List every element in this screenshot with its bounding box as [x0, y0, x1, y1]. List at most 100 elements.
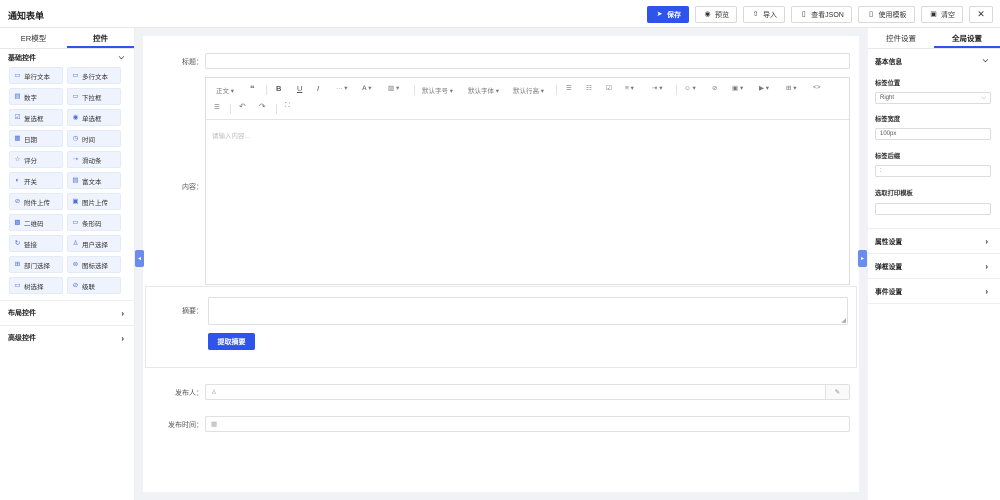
advanced-widgets-header[interactable]: 高级控件 › — [0, 325, 134, 350]
more-icon[interactable]: ··· ▾ — [336, 84, 348, 92]
widget-label: 开关 — [24, 178, 37, 186]
save-button[interactable]: ➤ 保存 — [647, 6, 689, 23]
layout-widgets-header[interactable]: 布局控件 › — [0, 300, 134, 325]
publish-time-label: 发布时间： — [168, 422, 203, 429]
basic-info-header[interactable]: 基本信息 ⌵ — [868, 49, 1000, 72]
publish-time-input[interactable]: ▦ — [205, 416, 850, 432]
widget-item[interactable]: ▦ 日期 — [9, 130, 63, 147]
tab-global-settings[interactable]: 全局设置 — [934, 28, 1000, 48]
line-height-select[interactable]: 默认行高 ▾ — [513, 85, 544, 95]
import-button[interactable]: ⇧ 导入 — [743, 6, 785, 23]
bold-icon[interactable]: B — [276, 84, 281, 93]
italic-icon[interactable]: I — [317, 84, 319, 93]
widget-item[interactable]: ▭ 多行文本 — [67, 67, 121, 84]
link-icon[interactable]: ⊘ — [712, 84, 717, 92]
summary-block: 摘要： ◢ 提取摘要 — [145, 286, 857, 368]
widget-item[interactable]: ▩ 二维码 — [9, 214, 63, 231]
widget-item[interactable]: ▭ 条形码 — [67, 214, 121, 231]
widget-label: 附件上传 — [24, 199, 50, 207]
indent-icon[interactable]: ⇥ ▾ — [652, 84, 663, 92]
widget-label: 链接 — [24, 241, 37, 249]
tab-er-model[interactable]: ER模型 — [0, 28, 67, 48]
summary-textarea[interactable]: ◢ — [208, 297, 848, 325]
undo-icon[interactable]: ↶ — [239, 102, 246, 111]
paragraph-select[interactable]: 正文 ▾ — [216, 85, 234, 95]
property-settings-header[interactable]: 属性设置 › — [868, 229, 1000, 254]
background-color-icon[interactable]: ▨ ▾ — [388, 84, 399, 92]
font-family-select[interactable]: 默认字体 ▾ — [468, 85, 499, 95]
print-template-select[interactable] — [875, 203, 991, 215]
toolbar-divider — [230, 104, 231, 114]
numbered-list-icon[interactable]: ☷ — [586, 84, 592, 92]
rich-text-editor: 正文 ▾ ❝ B U I ··· ▾ A ▾ ▨ ▾ 默认字号 ▾ 默认字体 ▾… — [205, 77, 850, 285]
pick-user-button[interactable]: ✎ — [825, 385, 849, 399]
widget-item[interactable]: ◉ 单选框 — [67, 109, 121, 126]
widget-item[interactable]: ⇢ 滑动条 — [67, 151, 121, 168]
widget-item[interactable]: ⊞ 部门选择 — [9, 256, 63, 273]
bullet-list-icon[interactable]: ☰ — [566, 84, 572, 92]
caret-right-icon: ▸ — [860, 256, 864, 262]
font-color-icon[interactable]: A ▾ — [362, 84, 372, 92]
widget-label: 评分 — [24, 157, 37, 165]
title-input[interactable] — [205, 53, 850, 69]
clear-button[interactable]: ▣ 清空 — [921, 6, 963, 23]
image-icon[interactable]: ▣ ▾ — [732, 84, 743, 92]
resize-handle-icon: ◢ — [841, 318, 846, 324]
close-button[interactable]: ✕ — [969, 6, 993, 23]
widget-item[interactable]: ♙ 用户选择 — [67, 235, 121, 252]
video-icon[interactable]: ▶ ▾ — [759, 84, 769, 92]
widget-item[interactable]: ⊚ 图标选择 — [67, 256, 121, 273]
document-icon: ▯ — [869, 11, 873, 18]
collapse-left-handle[interactable]: ◂ — [135, 250, 144, 267]
basic-widgets-header[interactable]: 基础控件 ⌵ — [0, 49, 134, 66]
label-position-select[interactable]: Right ⌵ — [875, 92, 991, 104]
extract-summary-button[interactable]: 提取摘要 — [208, 333, 255, 350]
widget-label: 富文本 — [82, 178, 102, 186]
code-icon[interactable]: <> — [813, 84, 821, 91]
use-template-button[interactable]: ▯ 使用模板 — [858, 6, 915, 23]
todo-icon[interactable]: ☑ — [606, 84, 612, 92]
label-position-label: 标签位置 — [875, 80, 901, 87]
widget-label: 多行文本 — [82, 73, 108, 81]
widget-item[interactable]: ▭ 下拉框 — [67, 88, 121, 105]
underline-icon[interactable]: U — [297, 84, 302, 93]
event-settings-header[interactable]: 事件设置 › — [868, 279, 1000, 304]
label-suffix-label: 标签后缀 — [875, 153, 901, 160]
emoji-icon[interactable]: ☺ ▾ — [684, 84, 696, 92]
fullscreen-icon[interactable]: ⛶ — [285, 102, 290, 110]
divider-line-icon[interactable]: ☰ — [214, 103, 220, 111]
tab-widgets[interactable]: 控件 — [67, 28, 134, 48]
view-json-button[interactable]: ▯ 查看JSON — [791, 6, 852, 23]
widget-item[interactable]: ↻ 链接 — [9, 235, 63, 252]
summary-label: 摘要： — [182, 308, 203, 315]
widget-item[interactable]: ⊘ 附件上传 — [9, 193, 63, 210]
editor-placeholder[interactable]: 请输入内容... — [212, 130, 250, 140]
preview-button[interactable]: ◉ 预览 — [695, 6, 737, 23]
widget-item[interactable]: ☑ 复选框 — [9, 109, 63, 126]
widget-item[interactable]: ▤ 富文本 — [67, 172, 121, 189]
publisher-input[interactable]: ♙ ✎ — [205, 384, 850, 400]
font-size-select[interactable]: 默认字号 ▾ — [422, 85, 453, 95]
widget-item[interactable]: ▭ 树选择 — [9, 277, 63, 294]
align-icon[interactable]: ≡ ▾ — [625, 84, 634, 92]
dialog-settings-header[interactable]: 弹框设置 › — [868, 254, 1000, 279]
widget-item[interactable]: ▣ 图片上传 — [67, 193, 121, 210]
widget-icon: ◐ — [15, 177, 20, 184]
app-title: 通知表单 — [8, 11, 45, 21]
widget-item[interactable]: ◐ 开关 — [9, 172, 63, 189]
quote-icon[interactable]: ❝ — [250, 84, 255, 93]
label-suffix-input[interactable]: : — [875, 165, 991, 177]
collapse-right-handle[interactable]: ▸ — [858, 250, 867, 267]
chevron-right-icon: › — [985, 261, 988, 271]
widget-item[interactable]: ◷ 时间 — [67, 130, 121, 147]
redo-icon[interactable]: ↷ — [259, 102, 266, 111]
user-icon: ♙ — [211, 389, 217, 396]
widget-item[interactable]: ☆ 评分 — [9, 151, 63, 168]
widget-item[interactable]: ▤ 数字 — [9, 88, 63, 105]
toolbar-divider — [556, 85, 557, 95]
tab-widget-settings[interactable]: 控件设置 — [868, 28, 934, 48]
widget-item[interactable]: ▭ 单行文本 — [9, 67, 63, 84]
widget-item[interactable]: ⊘ 级联 — [67, 277, 121, 294]
table-icon[interactable]: ⊞ ▾ — [786, 84, 797, 92]
label-width-input[interactable]: 100px — [875, 128, 991, 140]
